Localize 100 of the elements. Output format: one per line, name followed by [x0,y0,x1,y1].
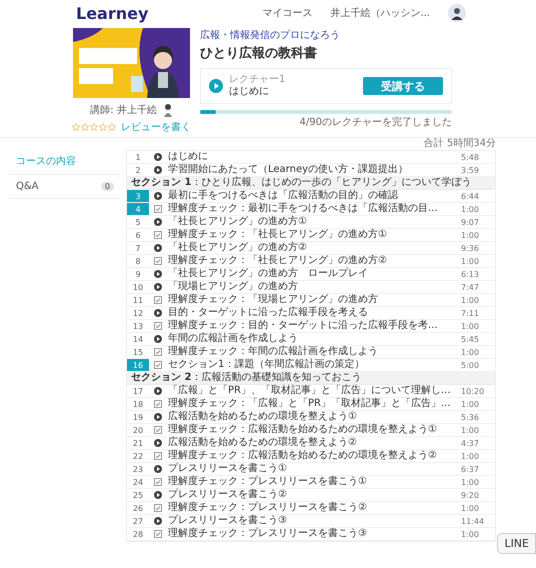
lecture-row[interactable]: 20 理解度チェック：広報活動を始めるための環境を整えよう① 1:00 [127,424,495,437]
lecture-title: 理解度チェック：プレスリリースを書こう② [168,502,368,514]
lecture-number: 15 [132,346,144,358]
star-icon[interactable] [108,123,116,131]
lecture-duration: 3:59 [461,166,480,174]
lecture-row[interactable]: 21 広報活動を始めるための環境を整えよう② 4:37 [127,437,495,450]
lecture-title: 理解度チェック：広報活動を始めるための環境を整えよう① [168,424,438,436]
chat-button[interactable]: LINE [497,533,536,554]
star-icon[interactable] [81,123,89,131]
lecture-number: 6 [134,230,142,241]
lecture-row[interactable]: 3 最初に手をつけるべきは「広報活動の目的」の確認 6:44 [127,190,495,203]
lecture-number: 27 [132,516,144,527]
lecture-title: 「社長ヒアリング」の進め方② [168,242,308,254]
side-tab[interactable]: Q&A 0 [10,175,120,199]
lecture-title: 広報活動を始めるための環境を整えよう① [168,411,358,423]
lecture-row[interactable]: 14 年間の広報計画を作成しよう 5:45 [127,333,495,346]
lecture-row[interactable]: 1 はじめに 5:48 [127,151,495,164]
nav-link[interactable]: マイコース [262,6,312,20]
lecture-title: はじめに [229,86,270,98]
play-icon [154,517,162,525]
user-avatar-icon[interactable] [448,4,466,22]
lecture-duration: 1:00 [461,400,480,408]
lecture-number: 8 [134,256,142,267]
lecture-row[interactable]: 12 目的・ターゲットに沿った広報手段を考える 7:11 [127,307,495,320]
star-icon[interactable] [90,123,98,131]
lecture-duration: 1:00 [461,348,480,356]
lecture-title: 理解度チェック：目的・ターゲットに沿った広報手段を考... [168,320,439,332]
quiz-icon [154,205,162,213]
logo[interactable]: Learney [76,4,148,22]
lecture-row[interactable]: 10 「現場ヒアリング」の進め方 7:47 [127,281,495,294]
lecture-row[interactable]: 24 理解度チェック：プレスリリースを書こう① 1:00 [127,476,495,489]
lecture-row[interactable]: 6 理解度チェック：「社長ヒアリング」の進め方① 1:00 [127,229,495,242]
lecture-duration: 1:00 [461,478,480,486]
lecture-title: 「現場ヒアリング」の進め方 [168,281,299,293]
total-duration: 合計 5時間34分 [422,138,496,150]
lecture-row[interactable]: 13 理解度チェック：目的・ターゲットに沿った広報手段を考... 1:00 [127,320,495,333]
lecture-duration: 9:36 [461,244,480,252]
lecture-number: 10 [132,282,144,293]
lecture-row[interactable]: 25 プレスリリースを書こう② 9:20 [127,489,495,502]
lecture-title: 理解度チェック：プレスリリースを書こう③ [168,528,368,540]
lecture-row[interactable]: 11 理解度チェック：「現場ヒアリング」の進め方 1:00 [127,294,495,307]
lecture-number: 9 [134,268,142,280]
lecture-title: 理解度チェック：年間の広報計画を作成しよう [168,346,379,358]
lecture-row[interactable]: 18 理解度チェック：「広報」と「PR」「取材記事」と「広告」... 1:00 [127,398,495,411]
play-icon [154,270,162,278]
star-icon[interactable] [99,123,107,131]
lecture-title: 「社長ヒアリング」の進め方① [168,216,308,228]
lecture-row[interactable]: 8 理解度チェック：「社長ヒアリング」の進め方② 1:00 [127,255,495,268]
lecture-row[interactable]: 4 理解度チェック：最初に手をつけるべきは「広報活動の目... 1:00 [127,203,495,216]
lecture-duration: 9:07 [461,218,480,226]
lecture-row[interactable]: 17 「広報」と「PR」、「取材記事」と「広告」について理解し... 10:20 [127,385,495,398]
lecture-title: 目的・ターゲットに沿った広報手段を考える [168,307,369,319]
course-title: ひとり広報の教科書 [200,44,318,62]
lecture-row[interactable]: 23 プレスリリースを書こう① 6:37 [127,463,495,476]
lecture-row[interactable]: 28 理解度チェック：プレスリリースを書こう③ 1:00 [127,528,495,541]
lecture-number: 19 [132,412,144,423]
quiz-icon [154,361,162,369]
lecture-duration: 6:13 [461,270,480,278]
lecture-number: 18 [132,398,144,410]
play-icon[interactable] [209,79,223,93]
lecture-number: 16 [127,359,149,371]
lecture-title: 理解度チェック：プレスリリースを書こう① [168,476,368,488]
lecture-row[interactable]: 5 「社長ヒアリング」の進め方① 9:07 [127,216,495,229]
progress-text: 4/90のレクチャーを完了しました [298,116,452,129]
quiz-icon [154,426,162,434]
play-icon [154,153,162,161]
lecture-duration: 1:00 [461,426,480,434]
lecture-row[interactable]: 15 理解度チェック：年間の広報計画を作成しよう 1:00 [127,346,495,359]
lecture-row[interactable]: 19 広報活動を始めるための環境を整えよう① 5:36 [127,411,495,424]
lecture-row[interactable]: 26 理解度チェック：プレスリリースを書こう② 1:00 [127,502,495,515]
lecture-duration: 1:00 [461,322,480,330]
instructor-avatar-icon [162,103,173,117]
lecture-title: 理解度チェック：最初に手をつけるべきは「広報活動の目... [168,203,439,215]
lecture-row[interactable]: 7 「社長ヒアリング」の進め方② 9:36 [127,242,495,255]
lecture-title: 学習開始にあたって（Learneyの使い方・課題提出） [168,164,410,176]
lecture-number: 28 [132,528,144,540]
quiz-icon [154,257,162,265]
lecture-duration: 5:00 [461,360,480,370]
lecture-title: 年間の広報計画を作成しよう [168,333,299,345]
lecture-duration: 5:36 [461,412,480,422]
lecture-row[interactable]: 22 理解度チェック：広報活動を始めるための環境を整えよう② 1:00 [127,450,495,463]
lecture-row[interactable]: 27 プレスリリースを書こう③ 11:44 [127,515,495,528]
instructor-name: 講師: 井上千絵 [90,104,157,117]
lecture-duration: 1:00 [461,504,480,512]
lecture-duration: 1:00 [461,256,480,266]
play-icon [154,491,162,499]
lecture-number: 23 [132,464,144,475]
star-icon[interactable] [72,123,80,131]
lecture-duration: 1:00 [461,296,480,304]
play-icon [154,335,162,343]
lecture-duration: 1:00 [461,230,480,240]
lecture-row[interactable]: 9 「社長ヒアリング」の進め方 ロールプレイ 6:13 [127,268,495,281]
lecture-title: 「社長ヒアリング」の進め方 ロールプレイ [168,268,369,280]
nav-link[interactable]: 井上千絵（ハッシン... [330,6,430,20]
lecture-duration: 5:45 [461,334,480,344]
lecture-number: 1 [134,152,142,163]
lecture-title: 最初に手をつけるべきは「広報活動の目的」の確認 [168,190,399,202]
lecture-title: 理解度チェック：「広報」と「PR」「取材記事」と「広告」... [168,398,452,410]
lecture-number: 24 [132,476,144,488]
play-icon [154,283,162,291]
